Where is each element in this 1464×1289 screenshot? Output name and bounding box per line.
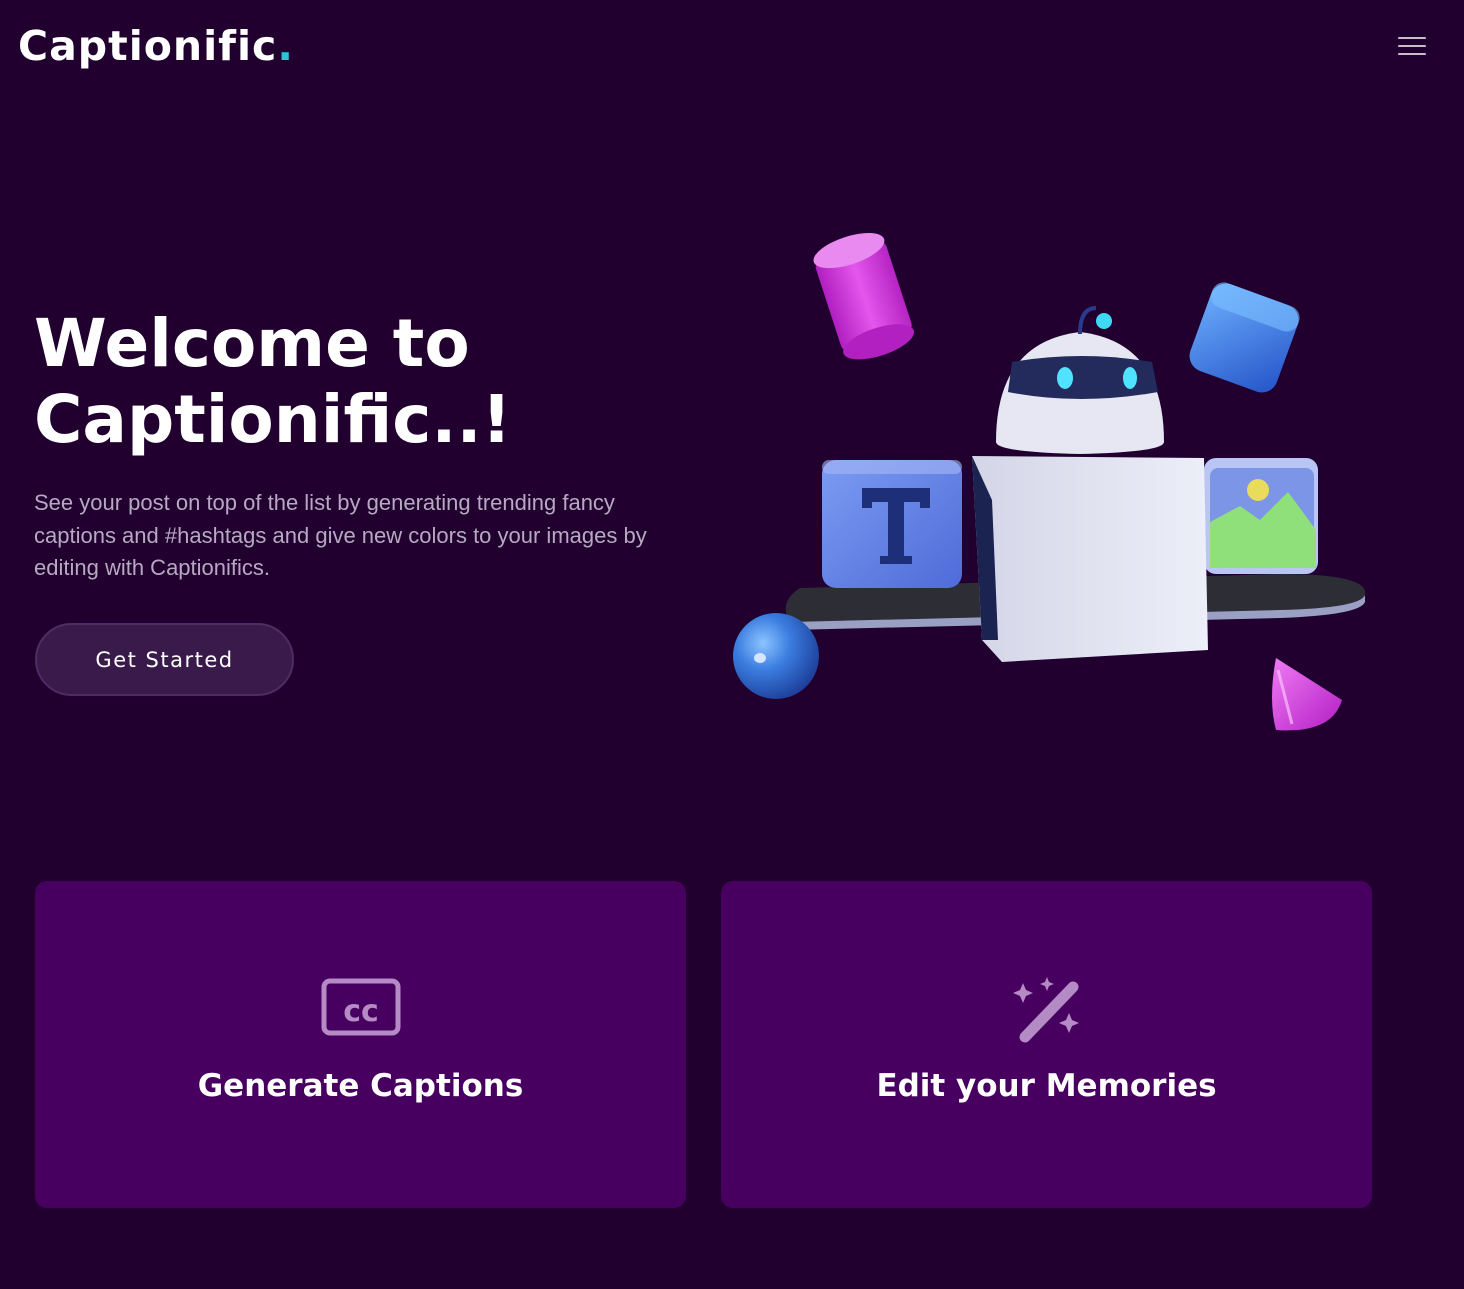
hero-title: Welcome to Captionific..! (34, 306, 694, 458)
card-generate-captions[interactable]: cc Generate Captions (35, 881, 686, 1208)
page: Captionific. Welcome to Captionific..! S… (0, 0, 1464, 1289)
card-title-generate-captions: Generate Captions (197, 1068, 524, 1104)
magic-wand-icon (1012, 977, 1079, 1043)
brand-name: Captionific (18, 22, 278, 70)
get-started-button[interactable]: Get Started (35, 623, 294, 696)
card-title-edit-memories: Edit your Memories (876, 1068, 1217, 1104)
hero-title-line-1: Welcome to (34, 305, 470, 382)
closed-captions-icon: cc (321, 978, 400, 1036)
robot-with-shapes-illustration (733, 232, 1366, 731)
hamburger-menu-icon[interactable] (1394, 32, 1430, 62)
brand-dot: . (277, 22, 294, 70)
hero-description: See your post on top of the list by gene… (34, 490, 647, 580)
hero-title-line-2: Captionific..! (34, 381, 512, 458)
brand-logo[interactable]: Captionific. (18, 22, 294, 70)
card-edit-memories[interactable]: Edit your Memories (721, 881, 1372, 1208)
svg-text:cc: cc (343, 994, 379, 1029)
